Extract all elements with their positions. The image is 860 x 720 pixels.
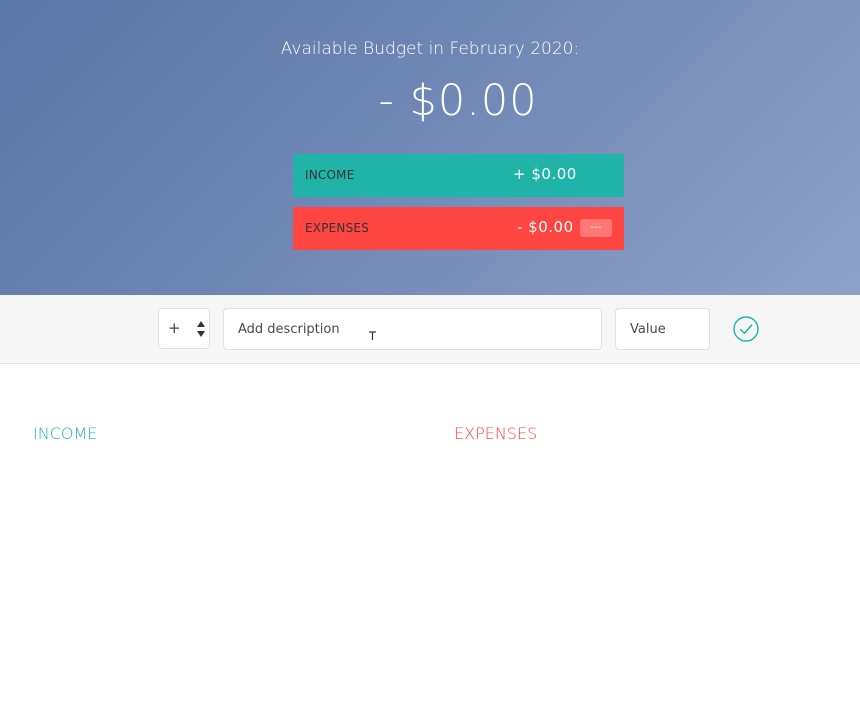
budget-header: Available Budget in February 2020: - $0.… (0, 0, 860, 295)
income-summary-value: + $0.00 (513, 165, 577, 183)
expenses-summary-value: - $0.00 (517, 218, 574, 236)
type-select[interactable]: + (158, 308, 210, 349)
income-summary-label: INCOME (305, 168, 355, 182)
income-summary: INCOME + $0.00 (293, 154, 624, 197)
expenses-summary-label: EXPENSES (305, 221, 370, 235)
budget-value: - $0.00 (378, 76, 538, 126)
add-item-bar: + (0, 295, 860, 364)
budget-title: Available Budget in February 2020: (280, 39, 580, 59)
type-select-value: + (168, 319, 181, 337)
value-input[interactable] (615, 308, 710, 350)
expenses-percentage-badge: --- (580, 219, 612, 237)
text-cursor-icon (369, 331, 376, 340)
expenses-summary: EXPENSES - $0.00 --- (293, 207, 624, 250)
add-item-check-button[interactable] (733, 316, 759, 342)
select-arrows-icon (197, 321, 205, 337)
description-input[interactable] (223, 308, 602, 350)
income-list-title: INCOME (33, 424, 98, 443)
expenses-list-title: EXPENSES (454, 424, 538, 443)
